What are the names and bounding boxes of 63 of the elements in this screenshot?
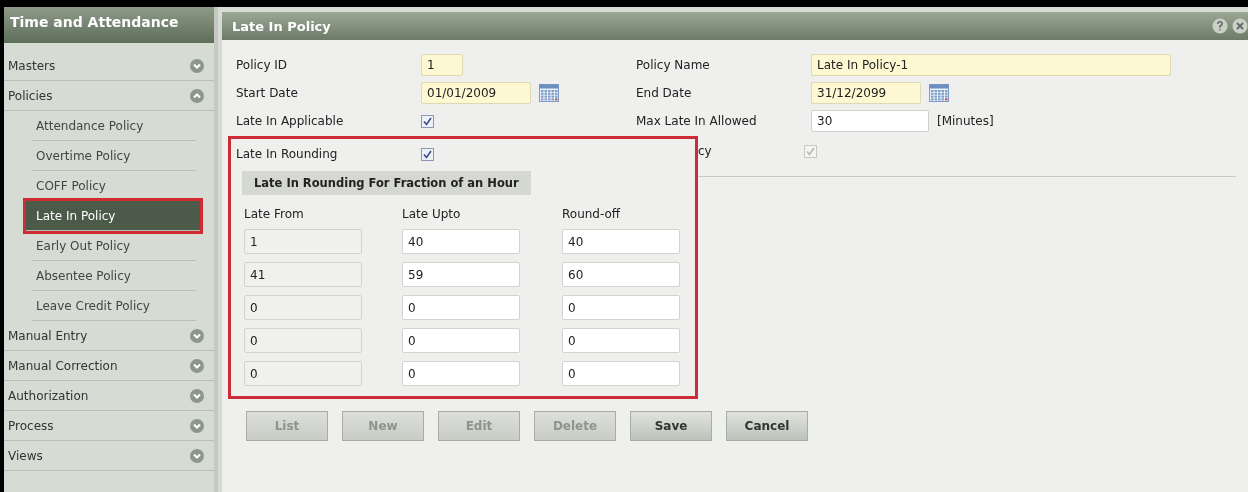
column-header: Round-off [562,207,622,221]
sidebar-item[interactable]: Manual Correction [4,351,214,381]
chevron-down-icon[interactable] [190,328,204,343]
checkbox[interactable] [421,114,434,128]
sidebar-subitem[interactable]: Overtime Policy [32,141,196,171]
sidebar-subitem[interactable]: Absentee Policy [32,261,196,291]
window-title: Late In Policy [232,18,331,34]
sidebar-subitem[interactable]: Attendance Policy [32,111,196,141]
table-input[interactable]: 0 [244,328,362,353]
table-input[interactable]: 40 [562,229,680,254]
unit-label: [Minutes] [937,114,994,128]
sidebar-item[interactable]: Masters [4,51,214,81]
table-input[interactable]: 41 [244,262,362,287]
policy-id-field[interactable]: 1 [421,54,463,76]
sidebar-item[interactable]: Manual Entry [4,321,214,351]
field-label: cy [698,144,713,158]
table-input[interactable]: 40 [402,229,520,254]
table-input[interactable]: 0 [562,328,680,353]
chevron-down-icon[interactable] [190,448,204,463]
sidebar-subitem[interactable]: Leave Credit Policy [32,291,196,321]
table-input[interactable]: 0 [562,295,680,320]
table-input[interactable]: 60 [562,262,680,287]
end-date-field[interactable]: 31/12/2099 [811,82,921,104]
chevron-up-icon[interactable] [190,88,204,103]
help-icon[interactable] [1212,18,1228,34]
checkbox[interactable] [421,147,434,161]
field-label: Policy ID [236,58,289,72]
table-input[interactable]: 1 [244,229,362,254]
column-header: Late From [244,207,305,221]
chevron-down-icon[interactable] [190,388,204,403]
table-input[interactable]: 0 [402,328,520,353]
column-header: Late Upto [402,207,462,221]
field-label: Policy Name [636,58,711,72]
action-button[interactable]: Save [630,411,712,441]
sidebar-item[interactable]: Authorization [4,381,214,411]
field-label: Late In Applicable [236,114,345,128]
policy-name-field[interactable]: Late In Policy-1 [811,54,1171,76]
sidebar-subitem[interactable]: Early Out Policy [32,231,196,261]
start-date-field[interactable]: 01/01/2009 [421,82,531,104]
chevron-down-icon[interactable] [190,358,204,373]
calendar-icon[interactable] [539,84,559,102]
close-icon[interactable] [1232,18,1248,34]
calendar-icon[interactable] [929,84,949,102]
table-input[interactable]: 59 [402,262,520,287]
field-label: Start Date [236,86,299,100]
action-button[interactable]: Cancel [726,411,808,441]
field-label: End Date [636,86,693,100]
table-input[interactable]: 0 [562,361,680,386]
field-label: Late In Rounding [236,147,339,161]
section-title: Late In Rounding For Fraction of an Hour [242,171,531,195]
table-input[interactable]: 0 [402,361,520,386]
max-late-in-field[interactable]: 30 [811,110,929,132]
chevron-down-icon[interactable] [190,418,204,433]
sidebar-item[interactable]: Process [4,411,214,441]
table-input[interactable]: 0 [244,295,362,320]
sidebar-title: Time and Attendance [4,7,214,43]
chevron-down-icon[interactable] [190,58,204,73]
table-input[interactable]: 0 [244,361,362,386]
table-input[interactable]: 0 [402,295,520,320]
sidebar-subitem[interactable]: Late In Policy [26,201,200,231]
sidebar-item[interactable]: Policies [4,81,214,111]
field-label: Max Late In Allowed [636,114,758,128]
sidebar-item[interactable]: Views [4,441,214,471]
